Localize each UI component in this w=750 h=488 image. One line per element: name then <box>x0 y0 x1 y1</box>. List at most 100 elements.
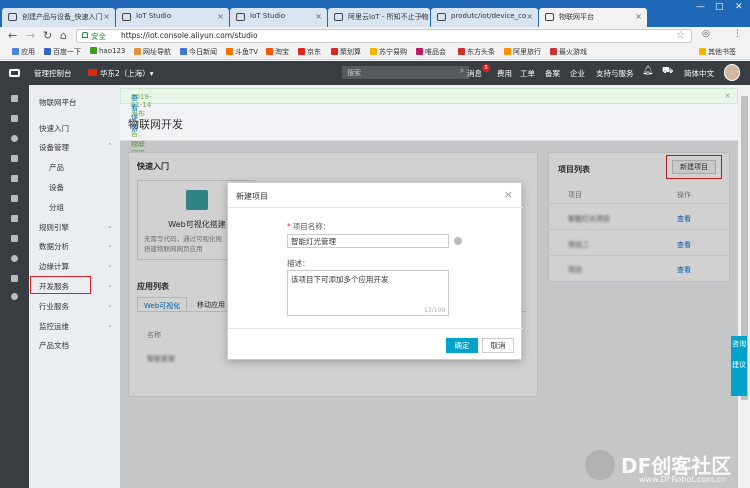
bookmark-item[interactable]: 苏宁易购 <box>370 47 407 57</box>
sidebar-item-industry[interactable]: 行业服务 <box>39 301 69 312</box>
project-name-input[interactable] <box>287 234 449 248</box>
chevron-down-icon: ⌄ <box>107 222 113 230</box>
bookmark-item[interactable]: 斗鱼TV <box>226 47 258 57</box>
chevron-up-icon: ⌃ <box>107 142 113 150</box>
browser-tab-5[interactable]: produtc/iot/device_co × <box>431 8 538 27</box>
tab-title: IoT Studio <box>250 12 286 20</box>
message-link[interactable]: 消息 <box>467 68 482 79</box>
message-count-badge: 3 <box>482 64 490 72</box>
nav-billing[interactable]: 费用 <box>497 68 512 79</box>
tab-close-icon[interactable]: × <box>635 12 642 21</box>
maximize-icon[interactable]: □ <box>715 2 724 12</box>
cloud-icon[interactable] <box>11 155 18 162</box>
sidebar-item-device-management[interactable]: 设备管理 <box>39 142 69 153</box>
bookmark-item[interactable]: 唯品会 <box>416 47 446 57</box>
sidebar-item-docs[interactable]: 产品文档 <box>39 340 69 351</box>
globe-icon[interactable] <box>11 255 18 262</box>
aliyun-favicon-icon <box>437 13 446 21</box>
help-icon[interactable] <box>454 237 462 245</box>
cancel-button[interactable]: 取消 <box>482 338 514 353</box>
bookmark-item[interactable]: 淘宝 <box>266 47 289 57</box>
shield-icon[interactable] <box>11 135 18 142</box>
bookmark-item[interactable]: 网址导航 <box>134 47 171 57</box>
sidebar-item-rule-engine[interactable]: 规则引擎 <box>39 222 69 233</box>
avatar[interactable] <box>724 64 740 81</box>
tab-title: IoT Studio <box>136 12 172 20</box>
tab-close-icon[interactable]: × <box>315 12 322 21</box>
bookmark-item[interactable]: 东方头条 <box>458 47 495 57</box>
database-icon[interactable] <box>11 195 18 202</box>
browser-tab-2[interactable]: IoT Studio × <box>116 8 229 27</box>
url-text: https://iot.console.aliyun.com/studio <box>121 31 258 40</box>
nav-ticket[interactable]: 工单 <box>520 68 535 79</box>
ok-button[interactable]: 确定 <box>446 338 478 353</box>
browser-tab-3[interactable]: IoT Studio × <box>230 8 327 27</box>
tab-close-icon[interactable]: × <box>103 12 110 21</box>
bookmark-item[interactable]: hao123 <box>90 47 125 55</box>
apps-icon <box>12 48 19 55</box>
home-icon[interactable]: ⌂ <box>60 29 67 42</box>
aliyun-logo-icon[interactable] <box>9 69 20 77</box>
sidebar-item-edge-computing[interactable]: 边缘计算 <box>39 261 69 272</box>
sidebar-item-group[interactable]: 分组 <box>49 202 64 213</box>
extension-icon[interactable]: ◎ <box>702 29 710 39</box>
tab-close-icon[interactable]: × <box>418 12 425 21</box>
menu-grid-icon[interactable] <box>11 95 18 102</box>
menu-icon[interactable]: ⋮ <box>733 29 742 39</box>
bookmark-star-icon[interactable]: ☆ <box>676 30 685 41</box>
news-icon <box>180 48 187 55</box>
forward-icon[interactable]: → <box>26 29 35 42</box>
nav-enterprise[interactable]: 企业 <box>570 68 585 79</box>
sidebar-item-device[interactable]: 设备 <box>49 182 64 193</box>
region-select[interactable]: 华东2（上海）▾ <box>100 68 154 79</box>
consult-label: 咨询 <box>732 340 746 348</box>
reload-icon[interactable]: ↻ <box>43 29 52 42</box>
feedback-float-panel[interactable]: 咨询 建议 <box>731 336 747 396</box>
sidebar-item-monitoring[interactable]: 监控运维 <box>39 321 69 332</box>
cross-icon[interactable] <box>11 215 18 222</box>
watermark-sub: www.DFRobot.com.cn <box>639 475 727 484</box>
bookmark-item[interactable]: 百度一下 <box>44 47 81 57</box>
sidebar-item-product[interactable]: 产品 <box>49 162 64 173</box>
browser-tab-1[interactable]: 创建产品与设备_快速入门 × <box>2 8 115 27</box>
bookmark-item[interactable]: 京东 <box>298 47 321 57</box>
dialog-divider <box>228 328 523 329</box>
jd-icon <box>298 48 305 55</box>
tab-close-icon[interactable]: × <box>217 12 224 21</box>
bookmark-item-other[interactable]: 其他书签 <box>699 47 736 57</box>
close-icon[interactable]: × <box>504 188 513 201</box>
taobao-icon <box>266 48 273 55</box>
bookmark-item[interactable]: 阿里旅行 <box>504 47 541 57</box>
bookmark-item[interactable]: 最火游戏 <box>550 47 587 57</box>
bookmark-item[interactable]: 聚划算 <box>331 47 361 57</box>
project-name-label: * 项目名称： <box>287 222 331 231</box>
sun-icon[interactable] <box>11 275 18 282</box>
sidebar-title: 物联网平台 <box>39 98 77 107</box>
travel-icon <box>504 48 511 55</box>
tab-title: 物联网平台 <box>559 13 594 21</box>
settings-icon[interactable] <box>11 235 18 242</box>
close-icon[interactable]: × <box>724 91 731 100</box>
browser-tab-4[interactable]: 阿里云IoT - 所知不止于物 × <box>328 8 430 27</box>
circle-icon[interactable] <box>11 293 18 300</box>
chevron-down-icon: ⌄ <box>107 321 113 329</box>
browser-tab-6-active[interactable]: 物联网平台 × <box>539 8 647 27</box>
minimize-icon[interactable]: — <box>696 2 705 12</box>
sidebar-item-data-analysis[interactable]: 数据分析 <box>39 241 69 252</box>
tab-close-icon[interactable]: × <box>526 12 533 21</box>
language-select[interactable]: 简体中文 <box>684 68 714 79</box>
url-field[interactable]: 安全 https://iot.console.aliyun.com/studio… <box>76 29 692 43</box>
bookmark-item[interactable]: 应用 <box>12 47 35 57</box>
product-icon[interactable] <box>11 115 18 122</box>
search-input[interactable]: 搜索 <box>342 66 455 79</box>
bookmark-item[interactable]: 今日新闻 <box>180 47 217 57</box>
console-link[interactable]: 管理控制台 <box>34 68 72 79</box>
window-close-icon[interactable]: ✕ <box>735 2 743 12</box>
cloud-icon[interactable] <box>11 175 18 182</box>
nav-icp[interactable]: 备案 <box>545 68 560 79</box>
back-icon[interactable]: ← <box>8 29 17 42</box>
cart-icon[interactable]: ⛟ <box>662 66 673 77</box>
sidebar-item-quickstart[interactable]: 快速入门 <box>39 123 69 134</box>
nav-support[interactable]: 支持与服务 <box>596 68 634 79</box>
bell-icon[interactable]: 🔔︎ <box>642 66 653 76</box>
